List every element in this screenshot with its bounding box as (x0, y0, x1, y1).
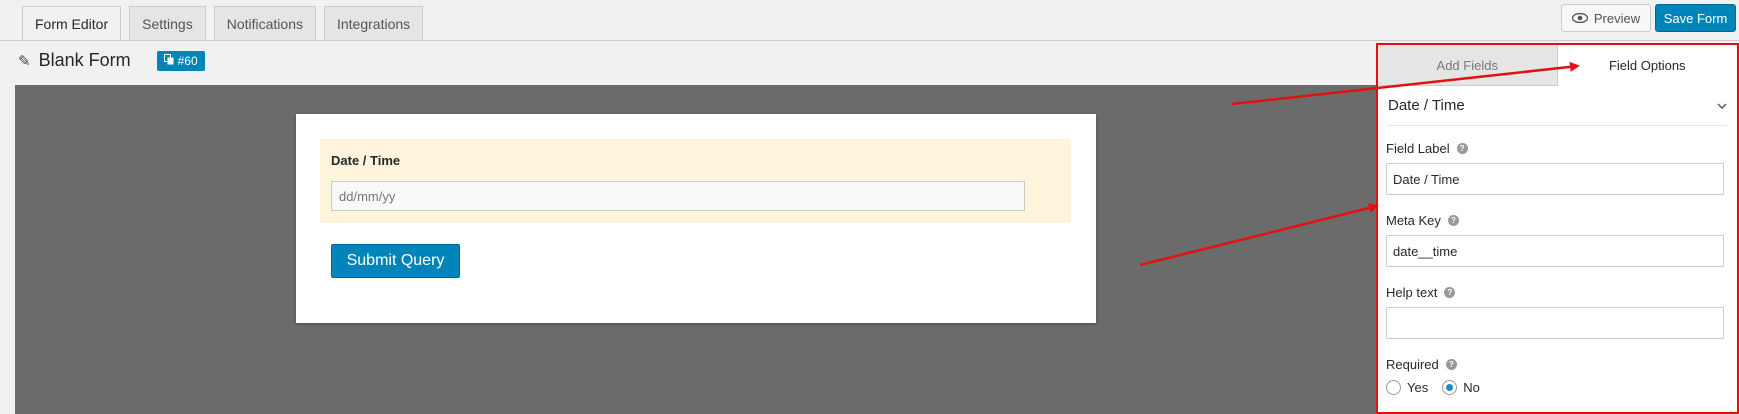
eye-icon (1571, 11, 1589, 26)
help-icon[interactable]: ? (1447, 215, 1459, 226)
tabs-divider (0, 40, 1739, 41)
required-label: Required (1386, 357, 1439, 372)
preview-button[interactable]: Preview (1561, 4, 1651, 32)
chevron-down-icon[interactable] (1717, 97, 1727, 114)
selected-field-date-time[interactable]: Date / Time dd/mm/yy (320, 139, 1071, 223)
required-no[interactable]: No (1442, 380, 1480, 395)
form-id-label: #60 (177, 53, 198, 68)
field-label-input[interactable]: Date / Time (1386, 163, 1724, 195)
help-text-label: Help text (1386, 285, 1438, 300)
help-icon[interactable]: ? (1456, 143, 1468, 154)
panel-tabs: Add Fields Field Options (1378, 45, 1737, 86)
required-radio-group: Yes No (1386, 380, 1724, 395)
help-text-option: Help text ? (1386, 285, 1724, 339)
help-icon[interactable]: ? (1445, 359, 1457, 370)
section-title: Date / Time (1388, 97, 1465, 114)
pencil-icon[interactable]: ✎ (18, 52, 31, 70)
field-options-section-header[interactable]: Date / Time (1388, 86, 1727, 126)
preview-date-input[interactable]: dd/mm/yy (331, 181, 1025, 211)
form-preview-card: Date / Time dd/mm/yy Submit Query (296, 114, 1096, 323)
field-settings-panel: Add Fields Field Options Date / Time Fie… (1376, 43, 1739, 414)
meta-key-input[interactable]: date__time (1386, 235, 1724, 267)
field-label-label: Field Label (1386, 141, 1450, 156)
form-id-badge[interactable]: #60 (156, 50, 205, 71)
tab-settings[interactable]: Settings (129, 6, 206, 40)
help-icon[interactable]: ? (1444, 287, 1456, 298)
preview-label: Preview (1593, 10, 1641, 26)
required-yes-label: Yes (1407, 380, 1429, 395)
tab-notifications[interactable]: Notifications (213, 6, 316, 40)
save-form-button[interactable]: Save Form (1655, 4, 1736, 32)
required-option: Required ? Yes No (1386, 357, 1724, 395)
meta-key-option: Meta Key ? date__time (1386, 213, 1724, 267)
radio-no[interactable] (1442, 380, 1458, 395)
copy-icon (163, 53, 174, 68)
required-no-label: No (1463, 380, 1480, 395)
field-label-option: Field Label ? Date / Time (1386, 141, 1724, 195)
submit-query-button[interactable]: Submit Query (331, 244, 460, 278)
required-yes[interactable]: Yes (1386, 380, 1428, 395)
tab-integrations[interactable]: Integrations (323, 6, 424, 40)
tab-form-editor[interactable]: Form Editor (22, 6, 122, 41)
tab-field-options[interactable]: Field Options (1557, 45, 1737, 86)
radio-yes[interactable] (1386, 380, 1401, 395)
meta-key-label: Meta Key (1386, 213, 1441, 228)
tab-add-fields[interactable]: Add Fields (1378, 45, 1558, 86)
form-title-row: ✎ Blank Form #60 (18, 50, 205, 71)
help-text-input[interactable] (1386, 307, 1724, 339)
preview-field-label: Date / Time (331, 153, 401, 168)
form-title: Blank Form (38, 50, 131, 70)
editor-tabs: Form Editor Settings Notifications Integ… (22, 6, 431, 41)
